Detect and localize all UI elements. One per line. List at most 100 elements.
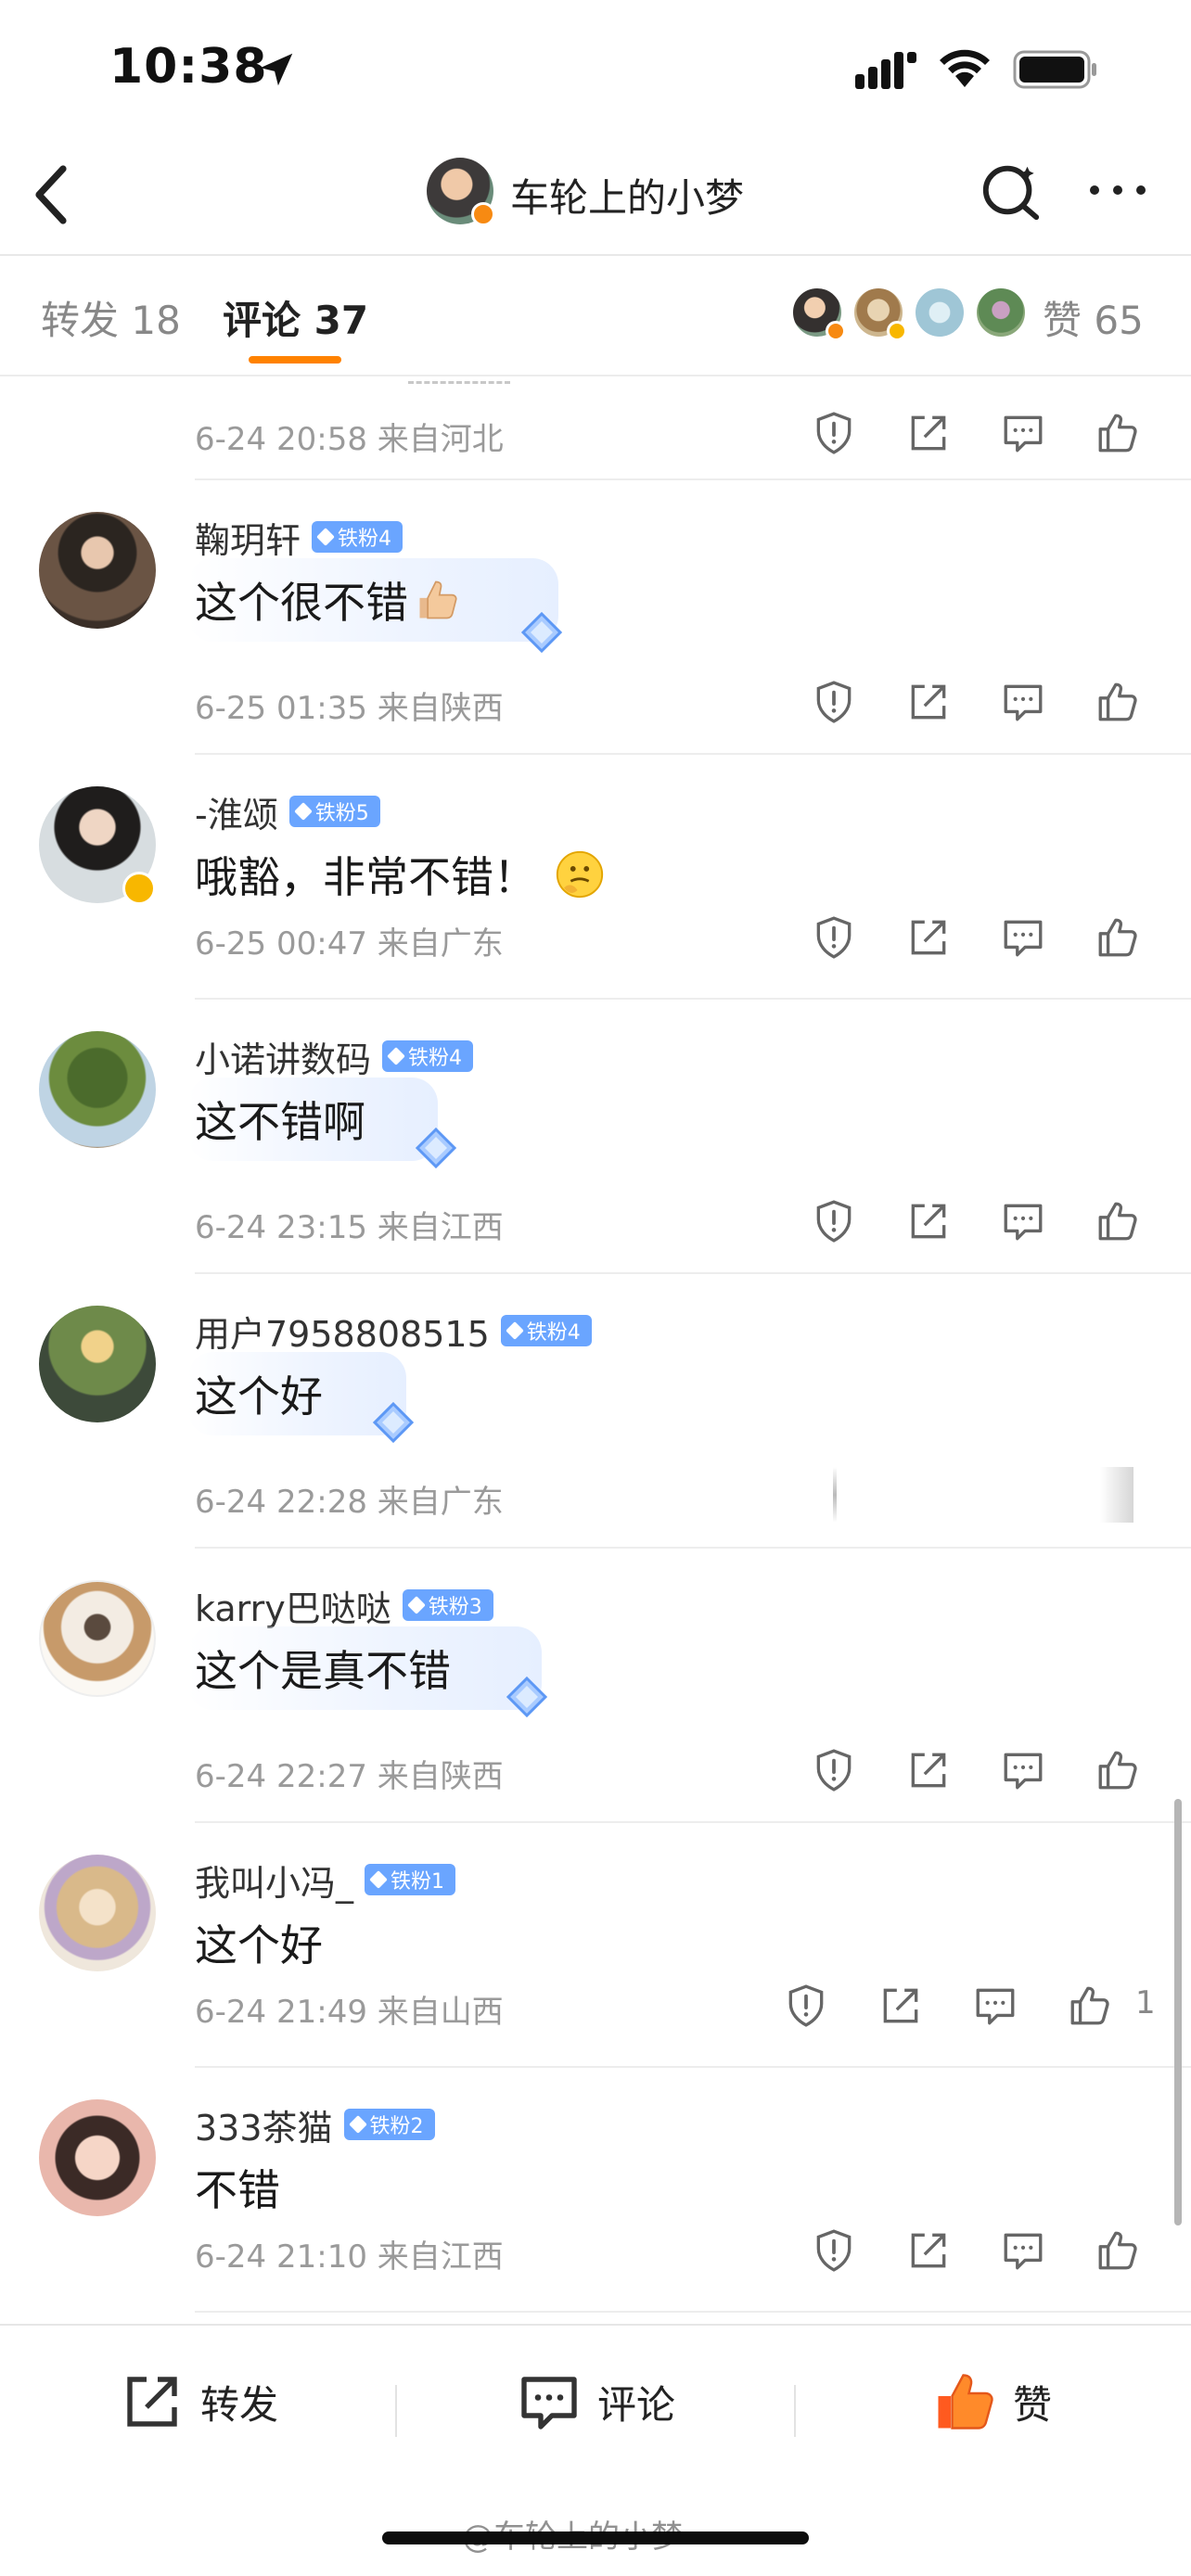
repost-button[interactable]: 转发 <box>119 2365 278 2439</box>
thumbs-up-emoji-icon <box>419 580 457 619</box>
comment-actions <box>811 410 1191 465</box>
battery-icon <box>1013 50 1096 89</box>
fan-level-label: 铁粉3 <box>428 1596 482 1619</box>
like-icon[interactable] <box>1095 679 1141 725</box>
commenter-name[interactable]: 333茶猫 <box>195 2099 333 2150</box>
comment-time-location: 6-24 21:49 来自山西 <box>195 1994 504 2031</box>
fan-level-badge[interactable]: 铁粉2 <box>343 2109 435 2140</box>
report-icon[interactable] <box>783 1983 829 2029</box>
fan-level-badge[interactable]: 铁粉4 <box>312 521 403 553</box>
like-icon[interactable] <box>1095 1198 1141 1244</box>
commenter-name[interactable]: karry巴哒哒 <box>195 1580 391 1631</box>
share-icon[interactable] <box>905 410 952 456</box>
like-icon[interactable] <box>1095 410 1141 456</box>
more-options-icon[interactable] <box>1085 180 1150 200</box>
comment-item: 用户7958808515 铁粉4 这个好 6-24 22:28 来自广东 <box>0 1274 1191 1549</box>
diamond-icon <box>316 528 335 546</box>
repost-label: 转发 <box>200 2381 279 2428</box>
share-icon[interactable] <box>905 1747 952 1793</box>
tab-repost[interactable]: 转发 18 <box>41 289 181 346</box>
search-icon[interactable] <box>979 158 1044 223</box>
like-icon[interactable] <box>1095 1747 1141 1793</box>
report-icon[interactable] <box>811 914 857 961</box>
nav-bar: 车轮上的小梦 <box>0 139 1191 255</box>
reply-icon[interactable] <box>1000 410 1046 456</box>
fan-diamond-icon <box>372 1401 415 1444</box>
comment-actions <box>811 1467 1191 1528</box>
commenter-name[interactable]: 小诺讲数码 <box>195 1031 371 1082</box>
status-bar: 10:38 <box>0 0 1191 139</box>
comment-button[interactable]: 评论 <box>516 2365 675 2439</box>
commenter-name[interactable]: 用户7958808515 <box>195 1306 490 1357</box>
verified-badge-icon <box>471 202 495 226</box>
commenter-name-row: karry巴哒哒 铁粉3 <box>195 1580 493 1631</box>
fan-level-label: 铁粉2 <box>369 2115 424 2138</box>
commenter-avatar[interactable] <box>39 1031 156 1148</box>
fan-level-badge[interactable]: 铁粉5 <box>288 796 380 827</box>
liker-avatar <box>913 286 967 339</box>
commenter-name[interactable]: 我叫小冯_ <box>195 1855 353 1906</box>
diamond-icon <box>505 1321 524 1340</box>
reply-icon[interactable] <box>1000 1198 1046 1244</box>
like-icon[interactable] <box>1067 1983 1113 2029</box>
report-icon[interactable] <box>811 410 857 456</box>
commenter-name-row: 333茶猫 铁粉2 <box>195 2099 435 2150</box>
report-icon[interactable] <box>811 1198 857 1244</box>
comment-text: 这不错啊 <box>195 1097 365 1147</box>
report-icon[interactable] <box>811 1747 857 1793</box>
comment-text-row: 这不错啊 <box>187 1078 438 1161</box>
bottom-separator <box>794 2385 796 2437</box>
commenter-name[interactable]: 鞠玥轩 <box>195 512 301 563</box>
commenter-avatar[interactable] <box>39 1306 156 1422</box>
commenter-name-row: 鞠玥轩 铁粉4 <box>195 512 403 563</box>
like-icon[interactable] <box>1095 2227 1141 2274</box>
comment-text-row: 这个好 <box>187 1352 406 1435</box>
reply-icon[interactable] <box>1000 1747 1046 1793</box>
home-indicator[interactable] <box>382 2531 809 2544</box>
reply-icon[interactable] <box>972 1983 1018 2029</box>
report-icon[interactable] <box>811 2227 857 2274</box>
report-icon[interactable] <box>811 679 857 725</box>
liker-avatars[interactable] <box>790 286 1031 341</box>
tab-comments[interactable]: 评论 37 <box>223 289 368 346</box>
diamond-icon <box>348 2115 367 2134</box>
share-icon[interactable] <box>905 1198 952 1244</box>
diamond-icon <box>406 1596 426 1614</box>
commenter-avatar[interactable] <box>39 1855 156 1971</box>
verified-badge-icon <box>887 321 907 341</box>
commenter-avatar[interactable] <box>39 1580 156 1697</box>
back-arrow-icon[interactable] <box>28 161 72 228</box>
reply-icon[interactable] <box>1000 2227 1046 2274</box>
fan-level-badge[interactable]: 铁粉4 <box>500 1315 592 1346</box>
tab-likes[interactable]: 赞 65 <box>1043 289 1144 346</box>
verified-badge-icon <box>826 321 846 341</box>
share-icon[interactable] <box>905 914 952 961</box>
comment-list: 6-24 20:58 来自河北 鞠玥轩 铁粉4 这个很不错 6-25 01:35… <box>0 376 1191 2324</box>
comment-item: karry巴哒哒 铁粉3 这个是真不错 6-24 22:27 来自陕西 <box>0 1549 1191 1823</box>
comment-text-row: 这个很不错 <box>187 558 558 642</box>
commenter-name-row: 我叫小冯_ 铁粉1 <box>195 1855 456 1906</box>
share-icon[interactable] <box>877 1983 924 2029</box>
commenter-avatar[interactable] <box>39 2099 156 2216</box>
like-icon[interactable] <box>1095 914 1141 961</box>
reply-icon[interactable] <box>1000 679 1046 725</box>
repost-icon <box>127 2377 177 2427</box>
fan-level-badge[interactable]: 铁粉4 <box>382 1040 474 1072</box>
reply-icon[interactable] <box>1000 914 1046 961</box>
comment-text: 这个好 <box>195 1371 323 1422</box>
like-button[interactable]: 赞 <box>931 2365 1052 2439</box>
share-icon[interactable] <box>905 679 952 725</box>
glitch-mark <box>833 1467 837 1523</box>
status-time: 10:38 <box>109 39 268 95</box>
page-title[interactable]: 车轮上的小梦 <box>510 167 744 223</box>
comment-item: 我叫小冯_ 铁粉1 这个好 6-24 21:49 来自山西 1 <box>0 1823 1191 2068</box>
fan-diamond-icon <box>520 611 563 654</box>
scrollbar[interactable] <box>1174 1799 1182 2225</box>
bottom-action-bar: 转发 评论 赞 @车轮上的小梦 <box>0 2326 1191 2576</box>
share-icon[interactable] <box>905 2227 952 2274</box>
fan-level-badge[interactable]: 铁粉1 <box>365 1864 456 1895</box>
commenter-name[interactable]: -淮颂 <box>195 786 278 837</box>
commenter-avatar[interactable] <box>39 512 156 629</box>
thinking-face-emoji-icon <box>556 850 604 899</box>
fan-level-badge[interactable]: 铁粉3 <box>402 1589 493 1621</box>
